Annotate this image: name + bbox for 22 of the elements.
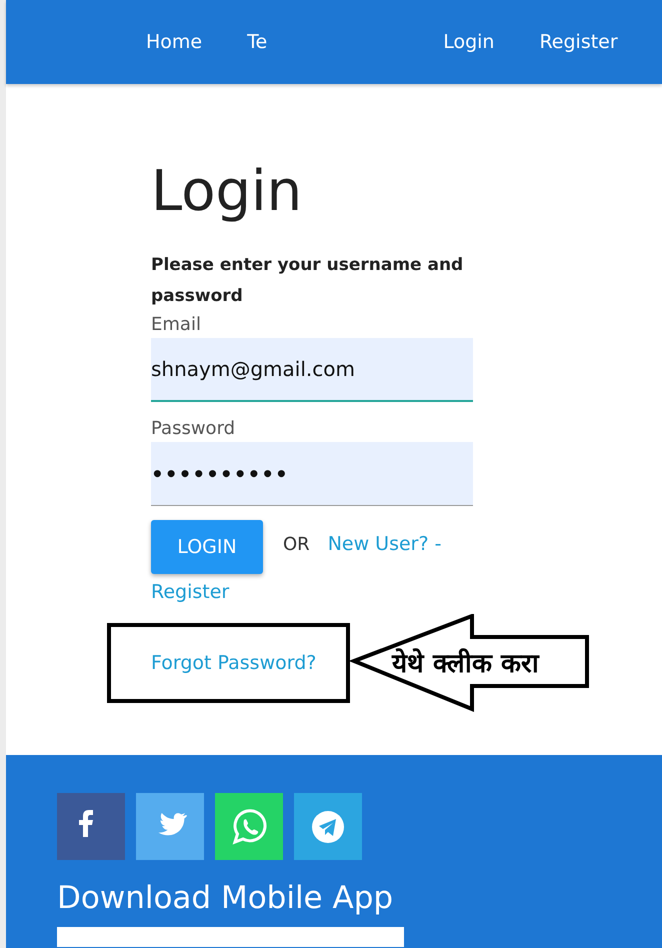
nav-link[interactable]: Te [247, 28, 268, 56]
field-label: Email [151, 313, 202, 337]
register-link[interactable]: Register [151, 578, 230, 606]
download-banner[interactable] [57, 927, 404, 948]
field-label: Password [151, 417, 236, 441]
paper-plane-button[interactable] [294, 793, 362, 860]
instruction-text: Please enter your username and password [151, 254, 464, 308]
bird-button[interactable] [136, 793, 204, 860]
annotation-text: येथे क्लीक करा [392, 647, 540, 681]
section-heading: Download Mobile App [57, 880, 394, 918]
nav-link[interactable]: Home [146, 28, 202, 56]
login-button[interactable]: LOGIN [151, 520, 263, 574]
phone-chat-button[interactable] [215, 793, 283, 860]
forgot-password-link[interactable]: Forgot Password? [151, 649, 316, 678]
nav-link[interactable]: Login [443, 28, 494, 56]
new-user-link[interactable]: New User? - [328, 530, 442, 558]
page-title: Login [151, 164, 304, 220]
input-field[interactable]: shnaym@gmail.com [151, 338, 473, 402]
facebook-button[interactable] [57, 793, 125, 860]
input-field[interactable]: •••••••••• [151, 442, 473, 506]
or-text: OR [283, 532, 310, 556]
nav-link[interactable]: Register [539, 28, 618, 56]
